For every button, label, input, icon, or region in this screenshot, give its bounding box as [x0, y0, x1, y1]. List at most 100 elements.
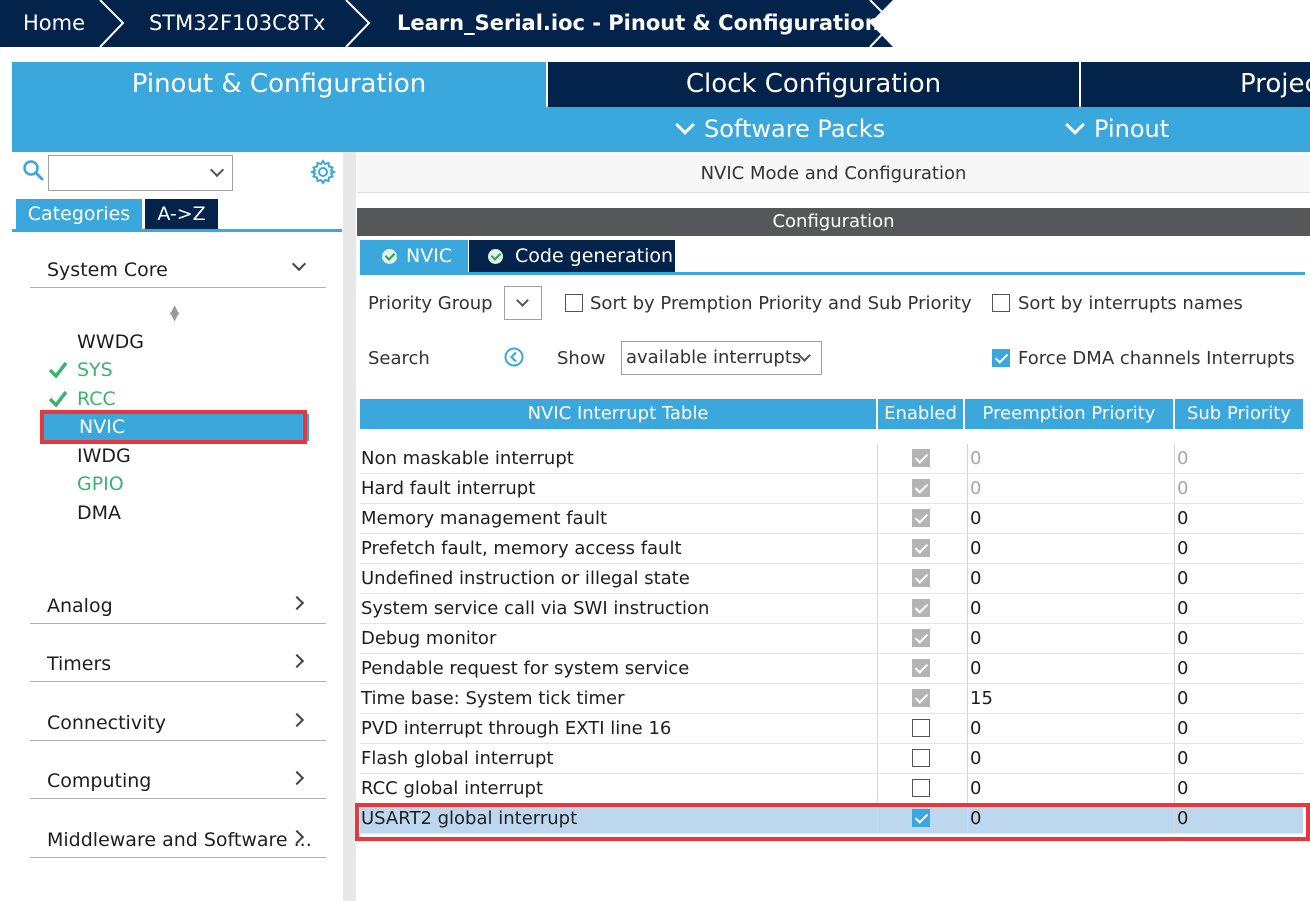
column-divider — [877, 594, 878, 624]
table-header-preemption[interactable]: Preemption Priority — [965, 399, 1173, 429]
sort-names-checkbox[interactable] — [992, 294, 1010, 312]
interrupt-name: System service call via SWI instruction — [361, 598, 710, 619]
table-row[interactable]: System service call via SWI instruction 0… — [360, 594, 1303, 624]
table-header-enabled[interactable]: Enabled — [878, 399, 963, 429]
enabled-checkbox[interactable] — [912, 749, 930, 767]
table-row[interactable]: Undefined instruction or illegal state 0 0 — [360, 564, 1303, 594]
sub-priority-cell[interactable]: 0 — [1177, 504, 1188, 534]
left-panel-scrollbar[interactable] — [343, 152, 356, 901]
category-computing[interactable]: Computing — [30, 764, 326, 799]
tab-clock-configuration[interactable]: Clock Configuration — [548, 62, 1079, 107]
search-combo[interactable] — [48, 155, 233, 191]
sort-preemption-checkbox[interactable] — [565, 294, 583, 312]
clear-search-icon[interactable] — [504, 347, 524, 367]
table-row[interactable]: Hard fault interrupt 0 0 — [360, 474, 1303, 504]
breadcrumb-current[interactable]: Learn_Serial.ioc - Pinout & Configuratio… — [397, 0, 880, 47]
sub-priority-cell[interactable]: 0 — [1177, 594, 1188, 624]
table-row[interactable]: Memory management fault 0 0 — [360, 504, 1303, 534]
tab-categories[interactable]: Categories — [16, 199, 142, 229]
preemption-priority-cell[interactable]: 0 — [970, 654, 981, 684]
force-dma-checkbox[interactable] — [992, 349, 1010, 367]
main-tabs: Pinout & Configuration Clock Configurati… — [12, 62, 1310, 107]
table-row[interactable]: PVD interrupt through EXTI line 16 0 0 — [360, 714, 1303, 744]
enabled-checkbox — [912, 539, 930, 557]
column-divider — [877, 474, 878, 504]
check-icon — [48, 361, 68, 379]
preemption-priority-cell[interactable]: 0 — [970, 444, 981, 474]
category-middleware-label: Middleware and Software ... — [47, 829, 312, 851]
category-middleware[interactable]: Middleware and Software ... — [30, 823, 326, 858]
interrupt-name: Hard fault interrupt — [361, 478, 536, 499]
search-icon — [23, 160, 44, 181]
preemption-priority-cell[interactable]: 0 — [970, 534, 981, 564]
core-item-gpio[interactable]: GPIO — [77, 471, 124, 497]
column-divider — [877, 504, 878, 534]
column-divider — [1174, 684, 1175, 714]
preemption-priority-cell[interactable]: 0 — [970, 594, 981, 624]
preemption-priority-cell[interactable]: 0 — [970, 624, 981, 654]
sub-priority-cell[interactable]: 0 — [1177, 654, 1188, 684]
tab-pinout-configuration[interactable]: Pinout & Configuration — [12, 62, 546, 107]
table-row[interactable]: Flash global interrupt 0 0 — [360, 744, 1303, 774]
chevron-down-icon — [675, 115, 695, 135]
tab-a-to-z[interactable]: A->Z — [145, 199, 218, 229]
column-divider — [877, 774, 878, 804]
category-connectivity[interactable]: Connectivity — [30, 706, 326, 741]
column-divider — [1174, 474, 1175, 504]
table-row[interactable]: Time base: System tick timer 15 0 — [360, 684, 1303, 714]
sub-priority-cell[interactable]: 0 — [1177, 774, 1188, 804]
enabled-checkbox — [912, 449, 930, 467]
check-circle-icon — [382, 249, 397, 264]
preemption-priority-cell[interactable]: 0 — [970, 744, 981, 774]
breadcrumb-home[interactable]: Home — [23, 0, 85, 47]
sub-priority-cell[interactable]: 0 — [1177, 744, 1188, 774]
search-label: Search — [368, 348, 430, 369]
tab-project-manager[interactable]: Project Manager — [1081, 62, 1310, 107]
tab-nvic[interactable]: NVIC — [360, 240, 468, 272]
core-item-dma[interactable]: DMA — [77, 500, 121, 526]
enabled-checkbox[interactable] — [912, 719, 930, 737]
sub-priority-cell[interactable]: 0 — [1177, 714, 1188, 744]
preemption-priority-cell[interactable]: 0 — [970, 714, 981, 744]
table-row[interactable]: Non maskable interrupt 0 0 — [360, 444, 1303, 474]
table-row[interactable]: RCC global interrupt 0 0 — [360, 774, 1303, 804]
sub-priority-cell[interactable]: 0 — [1177, 534, 1188, 564]
core-item-wwdg[interactable]: WWDG — [77, 329, 144, 355]
sort-icon[interactable]: ▲ ▼ — [170, 303, 179, 322]
core-item-iwdg[interactable]: IWDG — [77, 443, 131, 469]
core-item-sys[interactable]: SYS — [77, 357, 113, 383]
breadcrumb-device[interactable]: STM32F103C8Tx — [149, 0, 325, 47]
preemption-priority-cell[interactable]: 0 — [970, 564, 981, 594]
category-timers[interactable]: Timers — [30, 647, 326, 682]
priority-group-select[interactable] — [504, 286, 542, 320]
sub-priority-cell[interactable]: 0 — [1177, 474, 1188, 504]
table-row[interactable]: Prefetch fault, memory access fault 0 0 — [360, 534, 1303, 564]
table-row[interactable]: Debug monitor 0 0 — [360, 624, 1303, 654]
preemption-priority-cell[interactable]: 0 — [970, 774, 981, 804]
gear-icon[interactable] — [310, 159, 336, 185]
category-analog[interactable]: Analog — [30, 589, 326, 624]
category-system-core[interactable]: System Core — [30, 253, 326, 288]
sub-priority-cell[interactable]: 0 — [1177, 684, 1188, 714]
sub-priority-cell[interactable]: 0 — [1177, 624, 1188, 654]
preemption-priority-cell[interactable]: 0 — [970, 474, 981, 504]
table-row[interactable]: Pendable request for system service 0 0 — [360, 654, 1303, 684]
software-packs-menu[interactable]: Software Packs — [675, 107, 885, 152]
table-header-sub-priority[interactable]: Sub Priority — [1175, 399, 1303, 429]
sub-priority-cell[interactable]: 0 — [1177, 444, 1188, 474]
interrupt-name: Memory management fault — [361, 508, 608, 529]
pinout-menu[interactable]: Pinout — [1065, 107, 1169, 152]
configuration-title: Configuration — [357, 208, 1310, 236]
interrupt-name: Non maskable interrupt — [361, 448, 574, 469]
table-header-name[interactable]: NVIC Interrupt Table — [360, 399, 876, 429]
preemption-priority-cell[interactable]: 0 — [970, 504, 981, 534]
tab-code-generation[interactable]: Code generation — [469, 240, 675, 272]
preemption-priority-cell[interactable]: 15 — [970, 684, 993, 714]
core-item-rcc[interactable]: RCC — [77, 386, 116, 412]
show-select[interactable]: available interrupts — [621, 341, 822, 375]
chevron-down-icon — [209, 162, 225, 178]
enabled-checkbox[interactable] — [912, 779, 930, 797]
sub-priority-cell[interactable]: 0 — [1177, 564, 1188, 594]
sort-preemption-label: Sort by Premption Priority and Sub Prior… — [590, 293, 972, 314]
interrupt-name: Flash global interrupt — [361, 748, 554, 769]
